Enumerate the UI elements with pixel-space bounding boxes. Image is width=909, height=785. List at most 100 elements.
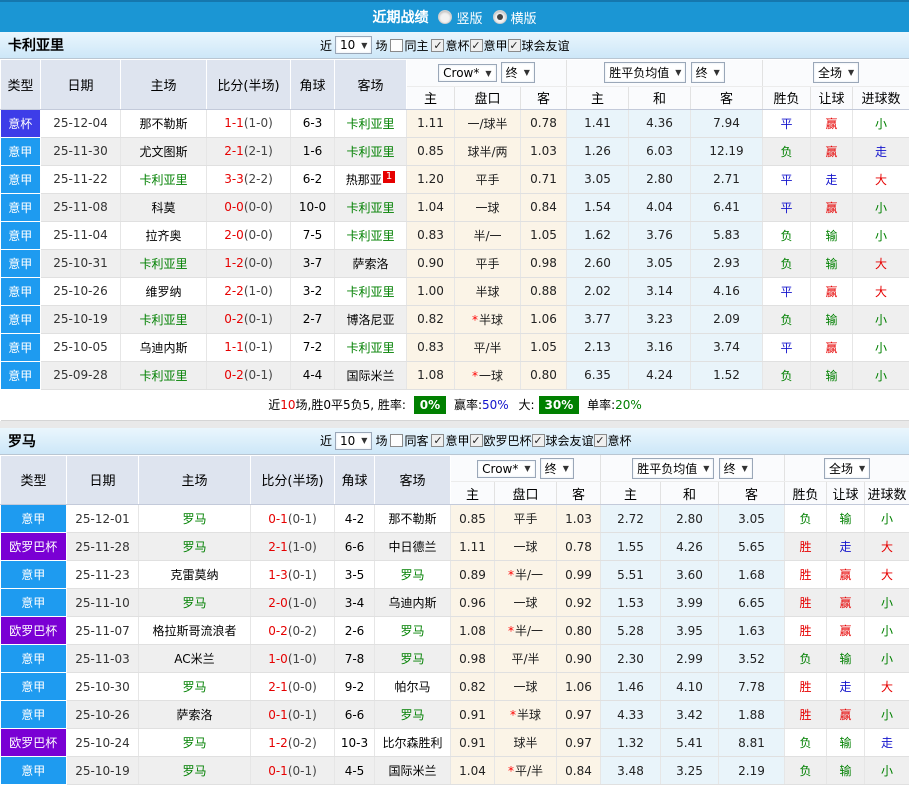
home-team-cell[interactable]: 罗马 (139, 533, 251, 561)
home-team-cell[interactable]: 罗马 (139, 589, 251, 617)
corner-cell: 3-5 (335, 561, 375, 589)
filter-competition[interactable]: ✓意甲 (431, 432, 469, 449)
home-team-cell[interactable]: 科莫 (121, 193, 207, 221)
away-team-cell[interactable]: 罗马 (375, 701, 451, 729)
handicap-result-cell: 赢 (827, 701, 865, 729)
odds-home-cell: 0.98 (451, 645, 495, 673)
fulltime-select[interactable]: 全场▼ (824, 458, 870, 479)
filter-same-home[interactable]: 同主 (390, 37, 428, 54)
away-team-cell[interactable]: 国际米兰 (375, 757, 451, 785)
col-header-odds-home: 主 (407, 86, 455, 109)
bookmaker-select[interactable]: Crow*▼ (438, 64, 496, 82)
bookmaker-select[interactable]: Crow*▼ (477, 460, 535, 478)
filter-competition[interactable]: ✓球会友谊 (508, 37, 570, 54)
filter-competition[interactable]: ✓球会友谊 (532, 432, 594, 449)
radio-vertical-icon[interactable] (438, 10, 452, 24)
home-team-cell[interactable]: 拉齐奥 (121, 221, 207, 249)
radio-horizontal-icon[interactable] (493, 10, 507, 24)
avg-stage-select[interactable]: 终▼ (719, 458, 753, 479)
summary-text: 场,胜0平5负5, 胜率: (296, 398, 406, 412)
away-team-cell[interactable]: 乌迪内斯 (375, 589, 451, 617)
avg-draw-cell: 4.24 (629, 361, 691, 389)
filter-same-away[interactable]: 同客 (390, 432, 428, 449)
checkbox-unchecked-icon[interactable] (390, 434, 403, 447)
avg-home-cell: 5.28 (601, 617, 661, 645)
avg-odds-select[interactable]: 胜平负均值▼ (604, 62, 686, 83)
handicap-result-cell: 输 (827, 505, 865, 533)
away-team-cell[interactable]: 卡利亚里 (335, 109, 407, 137)
filter-competition[interactable]: ✓欧罗巴杯 (470, 432, 532, 449)
away-team-cell[interactable]: 卡利亚里 (335, 277, 407, 305)
score-fulltime: 0-1 (268, 708, 288, 722)
home-team-cell[interactable]: AC米兰 (139, 645, 251, 673)
away-team-cell[interactable]: 那不勒斯 (375, 505, 451, 533)
home-team-cell[interactable]: 维罗纳 (121, 277, 207, 305)
away-team-cell[interactable]: 萨索洛 (335, 249, 407, 277)
corner-cell: 2-7 (291, 305, 335, 333)
away-team-cell[interactable]: 比尔森胜利 (375, 729, 451, 757)
filter-competition[interactable]: ✓意甲 (470, 37, 508, 54)
home-team-cell[interactable]: 卡利亚里 (121, 165, 207, 193)
home-team-cell[interactable]: 卡利亚里 (121, 305, 207, 333)
checkbox-checked-icon[interactable]: ✓ (431, 434, 444, 447)
table-row: 欧罗巴杯25-11-28罗马2-1(1-0)6-6中日德兰1.11一球0.781… (1, 533, 909, 561)
home-team-cell[interactable]: 乌迪内斯 (121, 333, 207, 361)
handicap-cell: 半/一 (455, 221, 521, 249)
fulltime-select[interactable]: 全场▼ (813, 62, 859, 83)
match-count-select[interactable]: 10▼ (335, 36, 372, 54)
home-team-cell[interactable]: 卡利亚里 (121, 249, 207, 277)
score-cell: 0-2(0-1) (207, 361, 291, 389)
radio-vertical[interactable]: 竖版 (438, 8, 482, 27)
home-team-cell[interactable]: 罗马 (139, 757, 251, 785)
home-team-cell[interactable]: 萨索洛 (139, 701, 251, 729)
date-cell: 25-11-04 (41, 221, 121, 249)
filter-competition[interactable]: ✓意杯 (594, 432, 632, 449)
away-team-cell[interactable]: 罗马 (375, 617, 451, 645)
home-team-cell[interactable]: 那不勒斯 (121, 109, 207, 137)
odds-stage-select[interactable]: 终▼ (501, 62, 535, 83)
home-team-cell[interactable]: 格拉斯哥流浪者 (139, 617, 251, 645)
filter-competition[interactable]: ✓意杯 (431, 37, 469, 54)
away-team-cell[interactable]: 卡利亚里 (335, 137, 407, 165)
checkbox-checked-icon[interactable]: ✓ (431, 39, 444, 52)
away-team-cell[interactable]: 卡利亚里 (335, 221, 407, 249)
wl-result-cell: 平 (763, 109, 811, 137)
home-team-cell[interactable]: 卡利亚里 (121, 361, 207, 389)
handicap-cell: 一球 (455, 193, 521, 221)
star-mark: * (510, 708, 516, 722)
away-team-cell[interactable]: 罗马 (375, 645, 451, 673)
corner-cell: 4-4 (291, 361, 335, 389)
home-team-cell[interactable]: 克雷莫纳 (139, 561, 251, 589)
away-team-cell[interactable]: 罗马 (375, 561, 451, 589)
corner-cell: 7-2 (291, 333, 335, 361)
radio-horizontal[interactable]: 横版 (493, 8, 537, 27)
avg-stage-select[interactable]: 终▼ (691, 62, 725, 83)
home-team-cell[interactable]: 罗马 (139, 729, 251, 757)
away-team-cell[interactable]: 博洛尼亚 (335, 305, 407, 333)
score-fulltime: 2-0 (224, 228, 244, 242)
odds-stage-value: 终 (545, 460, 557, 477)
away-team-cell[interactable]: 国际米兰 (335, 361, 407, 389)
checkbox-unchecked-icon[interactable] (390, 39, 403, 52)
away-team-cell[interactable]: 卡利亚里 (335, 333, 407, 361)
away-team-cell[interactable]: 卡利亚里 (335, 193, 407, 221)
checkbox-checked-icon[interactable]: ✓ (470, 39, 483, 52)
odds-away-cell: 0.71 (521, 165, 567, 193)
home-team-cell[interactable]: 罗马 (139, 673, 251, 701)
away-team-cell[interactable]: 中日德兰 (375, 533, 451, 561)
home-team-cell[interactable]: 尤文图斯 (121, 137, 207, 165)
avg-odds-select[interactable]: 胜平负均值▼ (632, 458, 714, 479)
away-team-cell[interactable]: 热那亚1 (335, 165, 407, 193)
odds-stage-select[interactable]: 终▼ (540, 458, 574, 479)
avg-home-cell: 4.33 (601, 701, 661, 729)
checkbox-checked-icon[interactable]: ✓ (532, 434, 545, 447)
checkbox-checked-icon[interactable]: ✓ (508, 39, 521, 52)
match-count-select[interactable]: 10▼ (335, 432, 372, 450)
wl-result-cell: 胜 (785, 617, 827, 645)
checkbox-checked-icon[interactable]: ✓ (594, 434, 607, 447)
home-team-cell[interactable]: 罗马 (139, 505, 251, 533)
away-team-cell[interactable]: 帕尔马 (375, 673, 451, 701)
col-header-avg-away: 客 (691, 86, 763, 109)
checkbox-checked-icon[interactable]: ✓ (470, 434, 483, 447)
league-cell: 意甲 (1, 673, 67, 701)
